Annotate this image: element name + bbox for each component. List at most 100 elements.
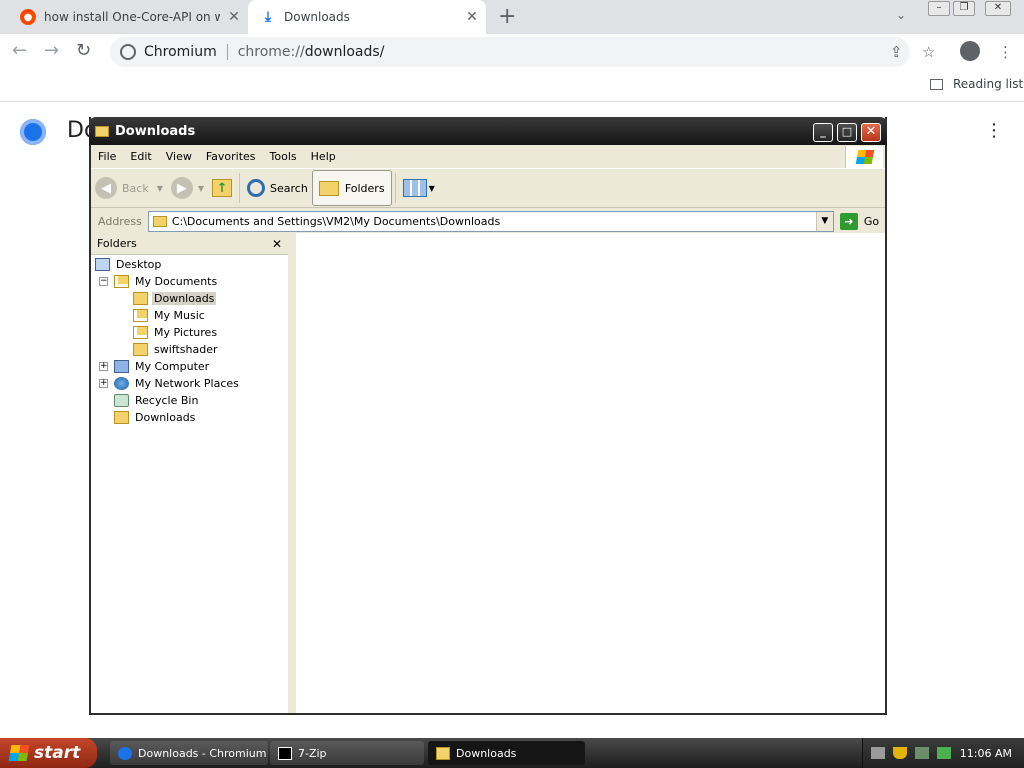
menu-tools[interactable]: Tools <box>263 150 304 163</box>
reading-list-button[interactable]: Reading list <box>930 77 1023 91</box>
tab-search-chevron-icon[interactable]: ⌄ <box>896 8 906 22</box>
expand-icon[interactable]: + <box>99 379 108 388</box>
menu-edit[interactable]: Edit <box>123 150 158 163</box>
views-button[interactable]: ▼ <box>399 171 439 205</box>
tree-item-my-pictures[interactable]: My Pictures <box>133 324 219 340</box>
folders-label: Folders <box>344 181 385 195</box>
windows-flag-icon <box>8 745 30 761</box>
browser-menu-icon[interactable]: ⋮ <box>998 43 1013 61</box>
menu-bar: File Edit View Favorites Tools Help <box>91 145 885 167</box>
taskbar-button-chromium[interactable]: Downloads - Chromium <box>110 741 268 765</box>
new-tab-icon[interactable]: + <box>498 4 516 29</box>
reddit-icon: ● <box>20 9 36 25</box>
address-value: C:\Documents and Settings\VM2\My Documen… <box>171 214 501 228</box>
taskbar-button-downloads[interactable]: Downloads <box>428 741 585 765</box>
url-scheme: chrome:// <box>237 44 305 60</box>
search-label: Search <box>270 181 308 195</box>
reload-icon[interactable]: ↻ <box>76 40 91 61</box>
folder-icon <box>436 746 450 760</box>
reading-list-label: Reading list <box>953 77 1024 91</box>
site-name: Chromium <box>144 44 217 60</box>
folder-icon <box>95 125 109 137</box>
tree-item-swiftshader[interactable]: swiftshader <box>133 341 220 357</box>
search-button[interactable]: Search <box>243 171 312 205</box>
file-list-pane[interactable] <box>296 233 885 713</box>
tree-item-my-documents[interactable]: My Documents <box>114 273 219 289</box>
tree-item-desktop[interactable]: Desktop <box>95 256 163 272</box>
network-icon <box>114 376 129 390</box>
downloads-page-menu-icon[interactable]: ⋮ <box>985 120 1003 141</box>
address-input[interactable]: C:\Documents and Settings\VM2\My Documen… <box>147 210 834 232</box>
tree-item-recycle-bin[interactable]: Recycle Bin <box>114 392 200 408</box>
bookmarks-bar: Reading list <box>0 70 1024 102</box>
up-folder-button[interactable]: ↑ <box>208 171 236 205</box>
tab-downloads[interactable]: ⤓ Downloads ✕ <box>248 0 486 34</box>
folders-button[interactable]: Folders <box>311 170 392 206</box>
menu-favorites[interactable]: Favorites <box>199 150 263 163</box>
up-folder-icon: ↑ <box>212 179 233 197</box>
menu-file[interactable]: File <box>91 150 123 163</box>
url-path: downloads/ <box>304 44 385 60</box>
share-icon[interactable]: ⇪ <box>890 43 903 61</box>
go-label: Go <box>863 214 880 228</box>
tab-strip: ● how install One-Core-API on windo ✕ ⤓ … <box>0 0 1024 34</box>
close-tab-icon[interactable]: ✕ <box>458 9 486 25</box>
dropdown-arrow-icon: ▼ <box>156 183 163 193</box>
close-browser-icon[interactable]: ✕ <box>985 1 1011 16</box>
tree-label: My Documents <box>135 274 218 288</box>
chromium-site-icon <box>120 44 136 60</box>
tab-title: Downloads <box>284 10 350 24</box>
explorer-title-bar[interactable]: Downloads _ □ ✕ <box>89 117 887 145</box>
views-icon <box>402 179 427 197</box>
bookmark-star-icon[interactable]: ☆ <box>922 43 935 61</box>
tree-item-downloads[interactable]: Downloads <box>114 409 197 425</box>
tree-label: Desktop <box>116 257 162 271</box>
expand-icon[interactable]: + <box>99 362 108 371</box>
taskbar-button-7zip[interactable]: 7-Zip <box>270 741 424 765</box>
menu-help[interactable]: Help <box>304 150 343 163</box>
restore-browser-icon[interactable]: ❐ <box>953 1 975 16</box>
tree-label: Downloads <box>152 291 217 305</box>
safely-remove-icon[interactable] <box>937 747 951 759</box>
forward-arrow-icon: ▶ <box>170 177 193 199</box>
folder-icon <box>114 410 129 424</box>
security-shield-icon[interactable] <box>893 747 907 759</box>
omnibox[interactable]: Chromium chrome:// downloads/ <box>110 37 910 67</box>
tree-item-downloads-selected[interactable]: Downloads <box>133 290 217 306</box>
profile-avatar-icon[interactable] <box>960 41 980 61</box>
folder-icon <box>133 291 148 305</box>
standard-toolbar: ◀ Back ▼ ▶ ▼ ↑ Search Folders ▼ <box>91 168 885 208</box>
browser-toolbar: ← → ↻ Chromium chrome:// downloads/ ⇪ ☆ … <box>0 34 1024 70</box>
back-button[interactable]: ◀ Back ▼ <box>91 171 167 205</box>
tree-item-my-network-places[interactable]: My Network Places <box>114 375 241 391</box>
chromium-logo-icon <box>20 119 46 145</box>
network-tray-icon[interactable] <box>915 747 929 759</box>
address-dropdown-icon[interactable]: ▼ <box>815 211 833 231</box>
my-documents-icon <box>114 274 129 288</box>
go-button[interactable]: ➜ Go <box>839 212 880 230</box>
folders-icon <box>318 180 339 196</box>
start-button[interactable]: start <box>0 738 97 768</box>
start-label: start <box>34 743 81 763</box>
toolbar-separator <box>394 173 396 203</box>
minimize-browser-icon[interactable]: – <box>928 1 950 16</box>
back-arrow-icon[interactable]: ← <box>12 40 27 61</box>
tree-label: swiftshader <box>154 342 218 356</box>
close-icon[interactable]: ✕ <box>861 123 881 142</box>
close-pane-icon[interactable]: ✕ <box>272 233 282 255</box>
tab-reddit[interactable]: ● how install One-Core-API on windo ✕ <box>8 0 248 34</box>
forward-arrow-icon[interactable]: → <box>44 40 59 61</box>
tree-item-my-music[interactable]: My Music <box>133 307 207 323</box>
forward-button[interactable]: ▶ ▼ <box>167 171 208 205</box>
minimize-icon[interactable]: _ <box>813 123 833 142</box>
keyboard-icon[interactable] <box>871 747 885 759</box>
toolbar-separator <box>239 173 241 203</box>
maximize-icon[interactable]: □ <box>837 123 857 142</box>
close-tab-icon[interactable]: ✕ <box>220 9 248 25</box>
collapse-icon[interactable]: − <box>99 277 108 286</box>
window-title: Downloads <box>115 123 196 139</box>
tree-item-my-computer[interactable]: My Computer <box>114 358 211 374</box>
folders-pane: Folders ✕ Desktop − My Documents Downloa… <box>91 233 292 713</box>
folders-pane-title: Folders <box>97 237 137 250</box>
menu-view[interactable]: View <box>159 150 199 163</box>
